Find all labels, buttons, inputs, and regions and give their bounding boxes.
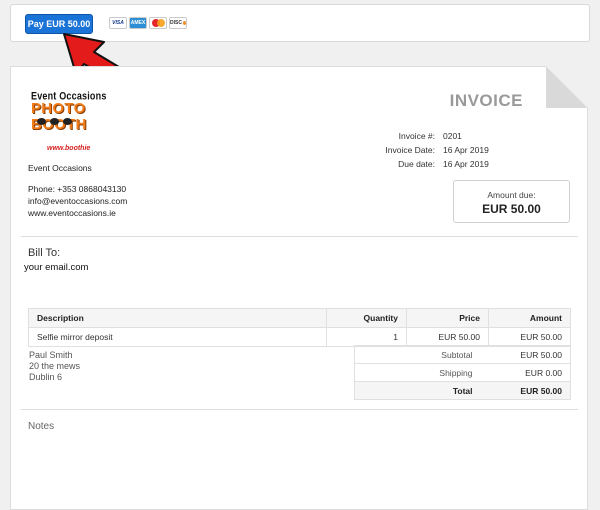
page-fold — [546, 66, 588, 108]
table-header: Description Quantity Price Amount — [28, 308, 571, 328]
address-city: Dublin 6 — [29, 372, 63, 382]
column-amount: Amount — [488, 308, 571, 328]
billing-address: Paul Smith 20 the mews Dublin 6 — [29, 350, 80, 383]
totals-table: Subtotal EUR 50.00 Shipping EUR 0.00 Tot… — [354, 345, 571, 400]
company-logo: Event Occasions PHOTO BOOTH www.boothie — [31, 90, 131, 152]
divider — [21, 236, 578, 237]
address-name: Paul Smith — [29, 350, 73, 360]
due-date-row: Due date: 16 Apr 2019 — [398, 159, 489, 169]
item-quantity: 1 — [326, 327, 407, 347]
logo-line-1: Event Occasions — [31, 90, 107, 102]
logo-line-3: www.boothie — [47, 145, 91, 152]
invoice-meta: Invoice #: 0201 Invoice Date: 16 Apr 201… — [351, 129, 511, 171]
invoice-title: INVOICE — [449, 91, 523, 110]
logo-line-2: PHOTO BOOTH — [31, 100, 87, 133]
notes-label: Notes — [28, 421, 55, 432]
item-price: EUR 50.00 — [406, 327, 489, 347]
invoice-date-row: Invoice Date: 16 Apr 2019 — [385, 145, 489, 155]
table-row: Selfie mirror deposit 1 EUR 50.00 EUR 50… — [28, 327, 571, 347]
logo-faces — [37, 118, 72, 125]
discover-icon: DISC — [169, 17, 187, 29]
invoice-number-row: Invoice #: 0201 — [398, 131, 462, 141]
column-description: Description — [28, 308, 327, 328]
subtotal-row: Subtotal EUR 50.00 — [354, 345, 571, 364]
invoice-document: Event Occasions PHOTO BOOTH www.boothie … — [10, 66, 588, 510]
address-street: 20 the mews — [29, 361, 81, 371]
company-name: Event Occasions — [28, 163, 92, 173]
column-price: Price — [406, 308, 489, 328]
bill-to-email: your email.com — [24, 262, 89, 273]
column-quantity: Quantity — [326, 308, 407, 328]
amount-due-value: EUR 50.00 — [482, 202, 541, 216]
item-amount: EUR 50.00 — [488, 327, 571, 347]
line-items-table: Description Quantity Price Amount Selfie… — [28, 308, 571, 347]
bill-to-label: Bill To: — [28, 247, 61, 259]
shipping-row: Shipping EUR 0.00 — [354, 363, 571, 382]
divider — [21, 409, 578, 410]
item-description: Selfie mirror deposit — [28, 327, 327, 347]
company-phone: Phone: +353 0868043130 — [28, 184, 127, 194]
amount-due-box: Amount due: EUR 50.00 — [453, 180, 570, 223]
total-row: Total EUR 50.00 — [354, 381, 571, 400]
amount-due-label: Amount due: — [487, 190, 536, 200]
company-email: info@eventoccasions.com — [28, 196, 128, 206]
company-website: www.eventoccasions.ie — [28, 208, 116, 218]
company-contact: Phone: +353 0868043130 info@eventoccasio… — [28, 183, 127, 219]
